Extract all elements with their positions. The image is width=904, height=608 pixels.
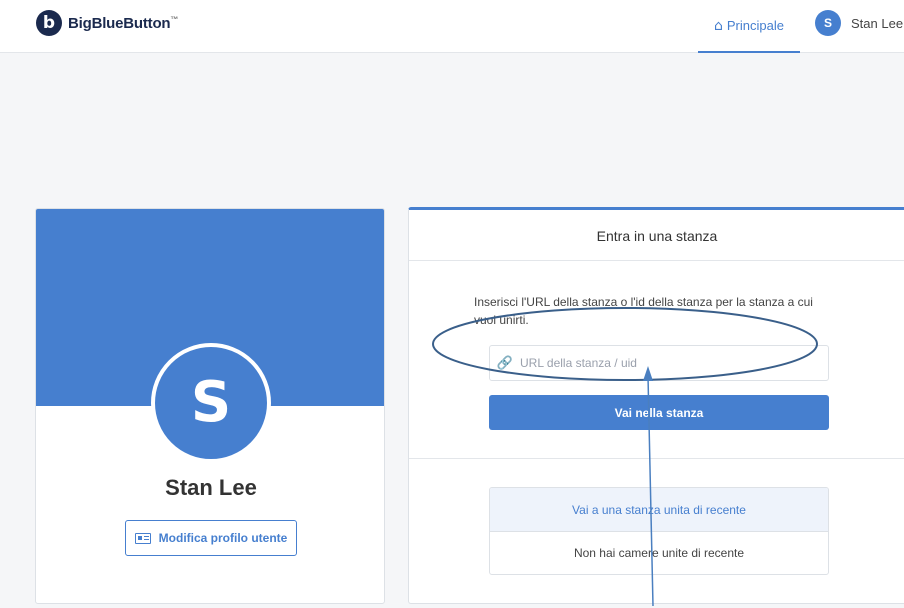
- nav-home-label: Principale: [726, 18, 784, 33]
- room-url-field[interactable]: 🔗: [489, 345, 829, 381]
- user-menu[interactable]: S Stan Lee: [815, 10, 903, 36]
- profile-avatar: S: [151, 343, 271, 463]
- nav-home-link[interactable]: ⌂ Principale: [698, 0, 800, 53]
- recent-rooms-box: Vai a una stanza unita di recente Non ha…: [489, 487, 829, 575]
- user-avatar: S: [815, 10, 841, 36]
- logo-letter: b: [42, 13, 56, 33]
- logo[interactable]: b BigBlueButton™: [36, 10, 178, 36]
- bigbluebutton-logo-icon: b: [36, 10, 62, 36]
- go-to-room-button[interactable]: Vai nella stanza: [489, 395, 829, 430]
- join-room-description: Inserisci l'URL della stanza o l'id dell…: [474, 295, 813, 327]
- user-name: Stan Lee: [851, 15, 904, 31]
- link-icon: 🔗: [496, 355, 514, 371]
- logo-text-label: BigBlueButton: [68, 14, 171, 32]
- home-icon: ⌂: [714, 17, 723, 34]
- join-room-card: Entra in una stanza Inserisci l'URL dell…: [408, 207, 904, 604]
- room-url-input[interactable]: [520, 347, 828, 379]
- id-card-icon: [134, 532, 151, 544]
- profile-card: S Stan Lee Modifica profilo utente: [35, 208, 385, 604]
- edit-profile-label: Modifica profilo utente: [158, 531, 288, 545]
- logo-text: BigBlueButton™: [68, 15, 178, 32]
- join-room-title: Entra in una stanza: [409, 210, 904, 261]
- recent-rooms-empty-message: Non hai camere unite di recente: [573, 546, 745, 560]
- edit-profile-button[interactable]: Modifica profilo utente: [125, 520, 297, 556]
- divider: [409, 458, 904, 459]
- top-navbar: b BigBlueButton™ ⌂ Principale S Stan Lee: [0, 0, 904, 53]
- logo-trademark: ™: [170, 14, 179, 24]
- recent-rooms-header[interactable]: Vai a una stanza unita di recente: [490, 488, 828, 532]
- profile-name: Stan Lee: [165, 475, 257, 500]
